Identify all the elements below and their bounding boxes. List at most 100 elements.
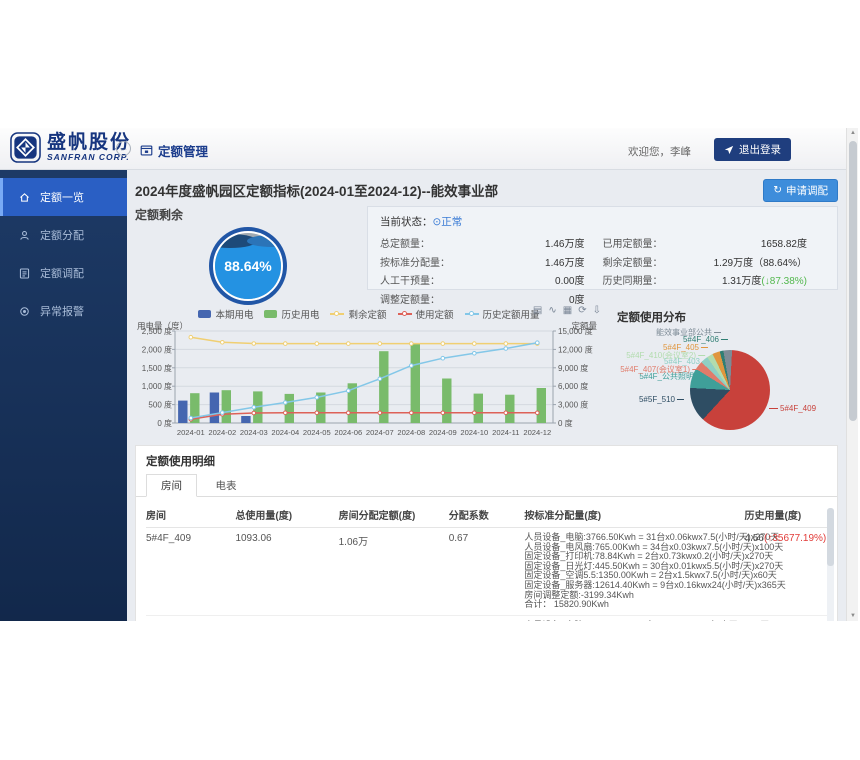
col-header: 房间 xyxy=(146,503,235,528)
svg-text:15,000 度: 15,000 度 xyxy=(558,327,593,336)
stat-value: 0.00度 xyxy=(488,272,603,287)
svg-text:2024-01: 2024-01 xyxy=(177,428,205,437)
sidebar-item-abnormal-alarm[interactable]: 异常报警 xyxy=(0,292,127,330)
quota-detail-card: 定额使用明细 房间 电表 房间 总使用量(度) 房间分配定额(度) xyxy=(135,445,838,621)
svg-text:2024-06: 2024-06 xyxy=(334,428,362,437)
module-icon xyxy=(140,144,153,157)
pie-title: 定额使用分布 xyxy=(617,309,686,325)
transfer-icon xyxy=(18,267,31,280)
pie-label: 5#4F_409 xyxy=(769,404,816,413)
svg-text:2024-12: 2024-12 xyxy=(523,428,551,437)
detail-table: 房间 总使用量(度) 房间分配定额(度) 分配系数 按标准分配量(度) 历史用量… xyxy=(146,503,834,621)
apply-transfer-button[interactable]: ↻ 申请调配 xyxy=(763,179,838,202)
legend-item[interactable]: 历史定额用量 xyxy=(465,307,540,321)
bar-本期用电[interactable] xyxy=(178,401,187,423)
scroll-down-arrow[interactable]: ▼ xyxy=(847,613,858,619)
line-历史定额用量 xyxy=(191,343,538,418)
svg-text:500 度: 500 度 xyxy=(148,400,172,410)
sidebar-item-quota-transfer[interactable]: 定额调配 xyxy=(0,254,127,292)
tab-meter[interactable]: 电表 xyxy=(201,475,250,496)
logout-button[interactable]: 退出登录 xyxy=(714,138,791,161)
col-header: 总使用量(度) xyxy=(235,503,338,528)
table-row: 5#5F_510236.211400.000.37人员设备_电脑:850.50K… xyxy=(146,615,834,621)
table-row: 5#4F_4091093.061.06万0.67人员设备_电脑:3766.50K… xyxy=(146,528,834,616)
stat-label: 剩余定额量： xyxy=(603,254,711,269)
sidebar-item-quota-allocation[interactable]: 定额分配 xyxy=(0,216,127,254)
svg-text:2024-11: 2024-11 xyxy=(492,428,519,437)
back-button[interactable]: ← xyxy=(116,141,131,156)
data-view-icon[interactable]: ▤ xyxy=(533,305,542,316)
col-header: 房间分配定额(度) xyxy=(339,503,449,528)
stat-label: 人工干预量： xyxy=(380,272,488,287)
svg-text:2024-10: 2024-10 xyxy=(460,428,488,437)
svg-text:1,500 度: 1,500 度 xyxy=(142,363,172,373)
refresh-icon: ↻ xyxy=(773,184,782,196)
stat-value: 1.31万度(↓87.38%) xyxy=(711,272,826,287)
stat-value: 1.29万度（88.64%） xyxy=(711,254,826,269)
bar-本期用电[interactable] xyxy=(241,416,250,423)
stat-label: 调整定额量： xyxy=(380,291,488,306)
table-scrollbar[interactable] xyxy=(827,508,834,621)
line-chart-icon[interactable]: ∿ xyxy=(548,305,556,316)
welcome-text: 欢迎您，李峰 xyxy=(628,144,691,159)
detail-tabs: 房间 电表 xyxy=(136,474,837,497)
main-content: 2024年度盛帆园区定额指标(2024-01至2024-12)--能效事业部 ↻… xyxy=(127,170,846,621)
col-header: 历史用量(度) xyxy=(745,503,834,528)
line-剩余定额 xyxy=(191,337,538,343)
liquid-gauge: 88.64% xyxy=(209,227,287,305)
svg-text:2024-03: 2024-03 xyxy=(240,428,268,437)
alarm-icon xyxy=(18,305,31,318)
restore-icon[interactable]: ⟳ xyxy=(578,305,586,316)
app-window: 盛帆股份 SANFRAN CORP. ← 定额管理 欢迎您，李峰 退出登录 xyxy=(0,128,858,621)
bar-chart-icon[interactable]: ▦ xyxy=(563,305,572,316)
breadcrumb: 定额管理 xyxy=(140,141,208,160)
quota-remaining-panel: 定额剩余 88.64% xyxy=(135,206,361,305)
bar-本期用电[interactable] xyxy=(210,393,219,424)
legend-item[interactable]: 使用定额 xyxy=(398,307,454,321)
svg-text:2024-04: 2024-04 xyxy=(271,428,299,437)
pie-label: 能效事业部公共 xyxy=(656,327,721,338)
bar-历史用电[interactable] xyxy=(285,394,294,423)
bar-历史用电[interactable] xyxy=(442,379,451,424)
stat-value: 0度 xyxy=(488,291,603,306)
col-header: 按标准分配量(度) xyxy=(524,503,744,528)
chart-toolbox: ▤ ∿ ▦ ⟳ ⇩ xyxy=(533,305,601,316)
quota-remaining-label: 定额剩余 xyxy=(135,206,361,223)
status-panel: 当前状态：⊙正常 总定额量： 1.46万度 已用定额量： 1658.82度 按标… xyxy=(367,206,838,290)
bar-历史用电[interactable] xyxy=(474,394,483,423)
svg-text:12,000 度: 12,000 度 xyxy=(558,344,593,354)
svg-text:2024-09: 2024-09 xyxy=(429,428,457,437)
svg-text:0 度: 0 度 xyxy=(558,418,573,428)
send-icon xyxy=(724,145,734,155)
svg-text:9,000 度: 9,000 度 xyxy=(558,363,588,373)
tab-room[interactable]: 房间 xyxy=(146,474,197,497)
home-icon xyxy=(18,191,31,204)
scroll-up-arrow[interactable]: ▲ xyxy=(847,130,858,136)
bar-历史用电[interactable] xyxy=(222,390,231,423)
svg-text:2024-05: 2024-05 xyxy=(303,428,331,437)
svg-text:6,000 度: 6,000 度 xyxy=(558,381,588,391)
svg-text:2,500 度: 2,500 度 xyxy=(142,327,172,336)
svg-text:3,000 度: 3,000 度 xyxy=(558,400,588,410)
page-title: 2024年度盛帆园区定额指标(2024-01至2024-12)--能效事业部 xyxy=(135,180,498,200)
pie-label: 5#5F_510 xyxy=(639,395,684,404)
top-bar: 盛帆股份 SANFRAN CORP. ← 定额管理 欢迎您，李峰 退出登录 xyxy=(0,128,846,170)
bar-历史用电[interactable] xyxy=(537,388,546,423)
company-logo: 盛帆股份 SANFRAN CORP. xyxy=(10,132,131,163)
page-scrollbar[interactable]: ▲ ▼ xyxy=(846,128,858,621)
screen: 盛帆股份 SANFRAN CORP. ← 定额管理 欢迎您，李峰 退出登录 xyxy=(0,0,860,760)
save-image-icon[interactable]: ⇩ xyxy=(593,305,601,316)
stat-label: 总定额量： xyxy=(380,235,488,250)
legend-item[interactable]: 本期用电 xyxy=(198,307,253,321)
stat-value: 1658.82度 xyxy=(711,235,826,250)
gauge-percent: 88.64% xyxy=(215,258,281,274)
bar-历史用电[interactable] xyxy=(505,395,514,423)
col-header: 分配系数 xyxy=(449,503,525,528)
scrollbar-thumb[interactable] xyxy=(849,141,857,421)
legend-item[interactable]: 历史用电 xyxy=(264,307,319,321)
logo-icon xyxy=(10,132,41,163)
delta-badge: (↓87.38%) xyxy=(761,276,807,287)
legend-item[interactable]: 剩余定额 xyxy=(330,307,386,321)
stat-label: 按标准分配量： xyxy=(380,254,488,269)
sidebar-item-quota-overview[interactable]: 定额一览 xyxy=(0,178,127,216)
